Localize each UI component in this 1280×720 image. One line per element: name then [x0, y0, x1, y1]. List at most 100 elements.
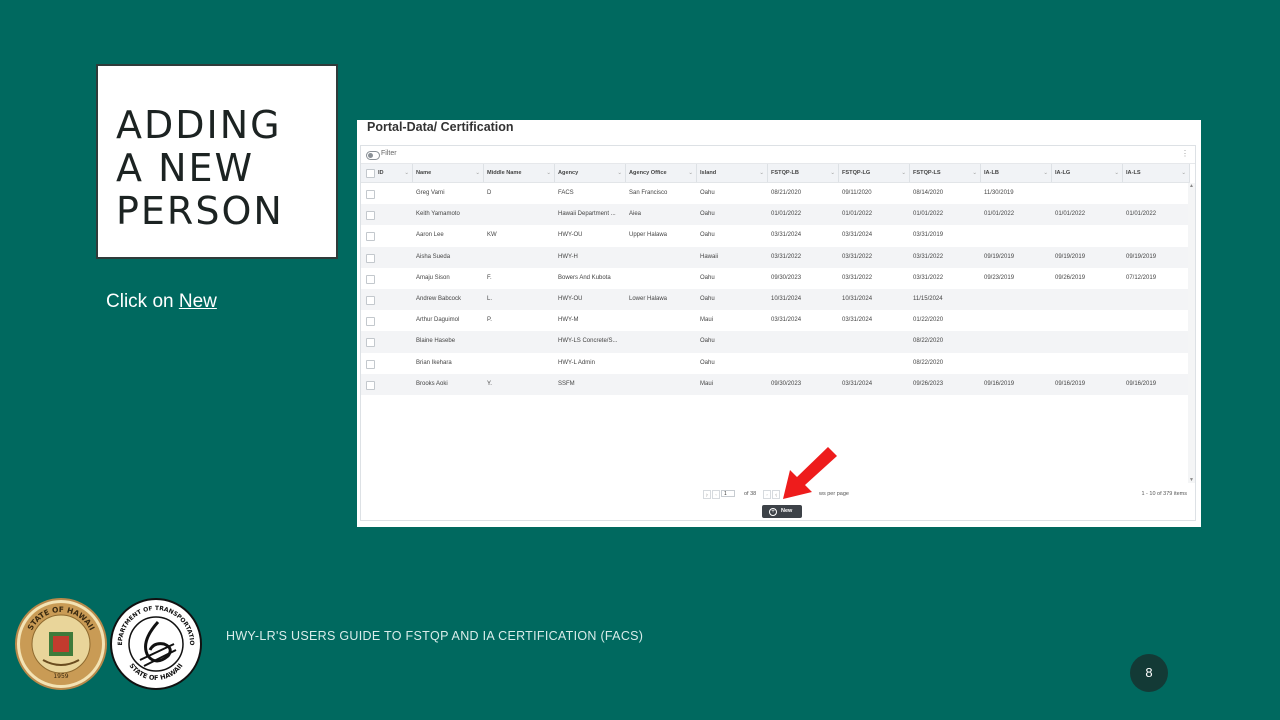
table-cell	[484, 331, 555, 352]
scroll-up-icon[interactable]: ▲	[1189, 183, 1194, 189]
next-page-button[interactable]: ›	[763, 490, 771, 499]
table-row[interactable]: Brooks Aoki Y. SSFM Maui 09/30/2023 03/31/202…	[361, 373, 1190, 395]
row-checkbox[interactable]	[366, 274, 375, 284]
select-all-checkbox[interactable]	[366, 169, 375, 178]
table-cell: 09/30/2023	[771, 274, 802, 281]
column-header[interactable]: IA-LB ⌄	[981, 164, 1052, 182]
table-cell	[1052, 183, 1123, 204]
sort-chevron-icon[interactable]: ⌄	[1114, 164, 1119, 182]
last-page-button[interactable]: ›|	[772, 490, 780, 499]
table-cell: 09/16/2019	[1126, 380, 1157, 387]
vertical-scrollbar[interactable]: ▲ ▼	[1188, 183, 1195, 483]
table-cell: 09/30/2023	[771, 380, 802, 387]
column-header[interactable]: FSTQP-LB ⌄	[768, 164, 839, 182]
sort-chevron-icon[interactable]: ⌄	[688, 164, 693, 182]
row-checkbox[interactable]	[366, 253, 375, 263]
row-checkbox[interactable]	[366, 295, 375, 305]
table-cell: 01/01/2022	[984, 211, 1015, 218]
instruction-prefix: Click on	[106, 291, 179, 312]
filter-toggle[interactable]	[366, 151, 380, 160]
row-checkbox[interactable]	[366, 338, 375, 348]
page-count-text: of 38	[744, 491, 757, 497]
table-row[interactable]: Keith Yamamoto Hawaii Department ... Aiea O…	[361, 204, 1190, 226]
table-cell	[484, 204, 555, 225]
table-cell: 10/31/2024	[842, 295, 873, 302]
column-header[interactable]: FSTQP-LS ⌄	[910, 164, 981, 182]
table-cell: Andrew Babcock	[416, 295, 462, 302]
row-checkbox[interactable]	[366, 190, 375, 199]
sort-chevron-icon[interactable]: ⌄	[972, 164, 977, 182]
sort-chevron-icon[interactable]: ⌄	[475, 164, 480, 182]
table-cell	[626, 310, 697, 331]
column-header[interactable]: Agency Office ⌄	[626, 164, 697, 182]
table-row[interactable]: Aisha Sueda HWY-H Hawaii 03/31/2022 03/31/20…	[361, 246, 1190, 268]
table-cell: 11/30/2019	[984, 190, 1014, 196]
table-cell: 09/19/2019	[1055, 253, 1086, 260]
table-cell	[375, 353, 413, 374]
table-row[interactable]: Brian Ikehara HWY-L Admin Oahu 08/22/2020	[361, 353, 1190, 374]
table-row[interactable]: Aaron Lee KW HWY-OU Upper Halawa Oahu 03/31/2…	[361, 225, 1190, 246]
table-row[interactable]: Greg Varni D FACS San Francisco Oahu 08/21/20…	[361, 183, 1190, 204]
column-header-label: IA-LG	[1055, 170, 1071, 176]
sort-chevron-icon[interactable]: ⌄	[830, 164, 835, 182]
dot-seal: DEPARTMENT OF TRANSPORTATION STATE OF HA…	[110, 598, 202, 690]
table-row[interactable]: Andrew Babcock L. HWY-OU Lower Halawa Oahu 10…	[361, 288, 1190, 311]
table-cell: Y.	[487, 380, 492, 387]
column-header[interactable]: IA-LG ⌄	[1052, 164, 1123, 182]
sort-chevron-icon[interactable]: ⌄	[617, 164, 622, 182]
column-header[interactable]: Agency ⌄	[555, 164, 626, 182]
table-cell	[484, 353, 555, 374]
table-cell	[375, 289, 413, 310]
table-cell: San Francisco	[629, 190, 668, 196]
sort-chevron-icon[interactable]: ⌄	[901, 164, 906, 182]
table-cell: Aisha Sueda	[416, 253, 451, 260]
table-cell	[768, 353, 839, 374]
column-header[interactable]: ID ⌄	[375, 164, 413, 182]
column-header[interactable]: Island ⌄	[697, 164, 768, 182]
table-cell: Aiea	[629, 211, 642, 218]
table-cell: Aaron Lee	[416, 232, 444, 239]
table-cell	[1052, 289, 1123, 310]
table-cell: 08/22/2020	[913, 338, 944, 345]
new-button[interactable]: + New	[762, 505, 802, 518]
table-cell: Oahu	[700, 274, 715, 281]
prev-page-button[interactable]: ‹	[712, 490, 720, 499]
row-checkbox[interactable]	[366, 211, 375, 221]
hawaii-seal-year: 1959	[53, 673, 68, 680]
row-checkbox[interactable]	[366, 317, 375, 327]
table-cell: 03/31/2022	[771, 253, 802, 260]
table-cell	[839, 353, 910, 374]
sort-chevron-icon[interactable]: ⌄	[1043, 164, 1048, 182]
scroll-down-icon[interactable]: ▼	[1189, 477, 1194, 483]
row-checkbox[interactable]	[366, 359, 375, 369]
filter-bar: Filter ⋮	[361, 146, 1195, 164]
column-header[interactable]: Middle Name ⌄	[484, 164, 555, 182]
sort-chevron-icon[interactable]: ⌄	[1181, 164, 1186, 182]
column-header[interactable]: IA-LS ⌄	[1123, 164, 1190, 182]
table-cell	[375, 204, 413, 225]
table-cell: 09/16/2019	[984, 380, 1015, 387]
page-number-input[interactable]: 1	[721, 490, 735, 497]
table-cell: 03/31/2022	[842, 274, 873, 281]
table-cell: HWY-H	[558, 253, 578, 260]
sort-chevron-icon[interactable]: ⌄	[759, 164, 764, 182]
table-cell	[626, 268, 697, 289]
table-cell: 08/14/2020	[913, 190, 944, 196]
sort-chevron-icon[interactable]: ⌄	[404, 164, 409, 182]
table-cell: 01/01/2022	[842, 211, 873, 218]
sort-chevron-icon[interactable]: ⌄	[546, 164, 551, 182]
row-checkbox[interactable]	[366, 380, 375, 390]
first-page-button[interactable]: |‹	[703, 490, 711, 499]
table-cell: 09/19/2019	[1126, 253, 1157, 260]
kebab-menu-icon[interactable]: ⋮	[1181, 149, 1189, 158]
table-cell	[1052, 353, 1123, 374]
new-button-label: New	[781, 508, 793, 514]
table-row[interactable]: Amaju Sison F. Bowers And Kubota Oahu 09/30/…	[361, 268, 1190, 289]
row-checkbox[interactable]	[366, 232, 375, 242]
table-row[interactable]: Blaine Hasebe HWY-LS Concrete/S... Oahu 08/…	[361, 331, 1190, 353]
table-row[interactable]: Arthur Daguimol P. HWY-M Maui 03/31/2024 03/3…	[361, 310, 1190, 331]
table-cell: 01/01/2022	[1126, 211, 1157, 218]
column-header[interactable]: Name ⌄	[413, 164, 484, 182]
table-cell: 09/26/2019	[1055, 274, 1086, 281]
column-header[interactable]: FSTQP-LG ⌄	[839, 164, 910, 182]
